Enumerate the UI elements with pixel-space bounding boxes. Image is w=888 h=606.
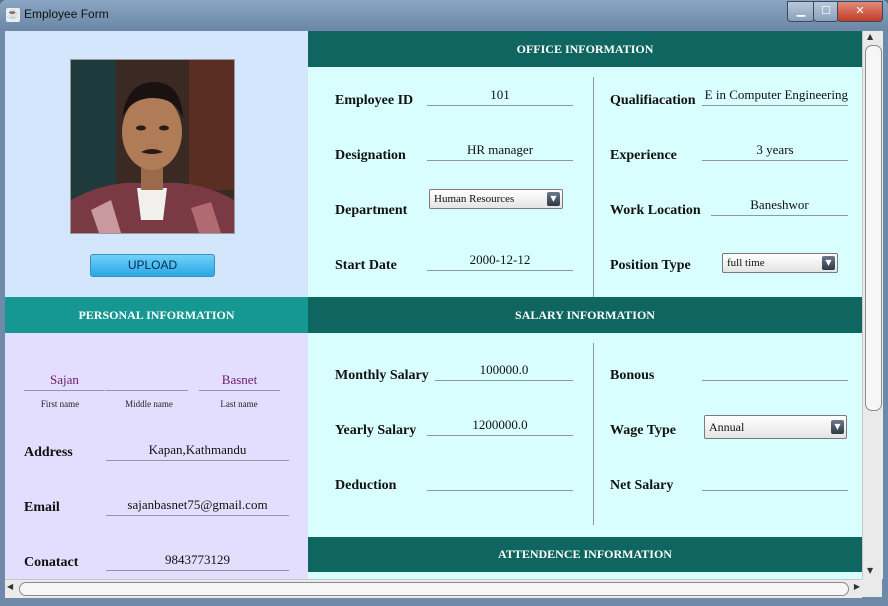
- yearly-salary-field[interactable]: 1200000.0: [427, 417, 573, 436]
- salary-divider: [593, 343, 594, 525]
- salary-header: SALARY INFORMATION: [308, 297, 862, 333]
- first-name-field[interactable]: Sajan: [24, 372, 105, 391]
- wage-type-value: Annual: [709, 420, 745, 434]
- department-value: Human Resources: [434, 193, 515, 205]
- scrollbar-corner: [862, 579, 882, 597]
- app-window: ☕ Employee Form ▁ ☐ ✕ UPLOAD OFFICE INFO…: [0, 0, 888, 606]
- position-type-value: full time: [727, 257, 765, 269]
- deduction-field[interactable]: [427, 472, 573, 491]
- wage-type-select[interactable]: Annual ▼: [704, 415, 847, 439]
- chevron-down-icon[interactable]: ▼: [547, 192, 560, 206]
- address-label: Address: [24, 445, 73, 460]
- contact-label: Conatact: [24, 555, 79, 570]
- bonus-field[interactable]: [702, 362, 848, 381]
- designation-label: Designation: [335, 148, 406, 163]
- form-body: UPLOAD OFFICE INFORMATION Employee ID 10…: [5, 31, 862, 579]
- first-name-caption: First name: [40, 399, 80, 409]
- bonus-label: Bonous: [610, 368, 655, 383]
- yearly-salary-label: Yearly Salary: [335, 423, 417, 438]
- department-select[interactable]: Human Resources ▼: [429, 189, 563, 209]
- qualification-field[interactable]: E in Computer Engineering: [702, 87, 848, 106]
- experience-label: Experience: [610, 148, 677, 163]
- monthly-salary-field[interactable]: 100000.0: [435, 362, 573, 381]
- address-field[interactable]: Kapan,Kathmandu: [106, 442, 289, 461]
- scroll-down-icon[interactable]: ▼: [867, 566, 873, 575]
- chevron-down-icon[interactable]: ▼: [831, 420, 844, 434]
- email-field[interactable]: sajanbasnet75@gmail.com: [106, 497, 289, 516]
- office-information-section: OFFICE INFORMATION Employee ID 101 Desig…: [308, 31, 862, 297]
- net-salary-label: Net Salary: [610, 478, 674, 493]
- employee-id-label: Employee ID: [335, 93, 414, 108]
- window-title: Employee Form: [24, 7, 109, 21]
- title-bar[interactable]: ☕ Employee Form ▁ ☐ ✕: [0, 0, 888, 30]
- attendance-information-section: ATTENDENCE INFORMATION: [308, 537, 862, 579]
- maximize-button[interactable]: ☐: [813, 1, 839, 22]
- portrait-image: [71, 60, 234, 233]
- minimize-button[interactable]: ▁: [787, 1, 815, 22]
- start-date-label: Start Date: [335, 258, 397, 273]
- scroll-right-icon[interactable]: ▶: [854, 582, 860, 591]
- wage-type-label: Wage Type: [610, 423, 676, 438]
- salary-information-section: SALARY INFORMATION Monthly Salary 100000…: [308, 297, 862, 537]
- email-label: Email: [24, 500, 60, 515]
- attendance-header: ATTENDENCE INFORMATION: [308, 537, 862, 572]
- net-salary-field[interactable]: [702, 472, 848, 491]
- employee-photo: [70, 59, 235, 234]
- middle-name-caption: Middle name: [125, 399, 173, 409]
- position-type-label: Position Type: [610, 258, 691, 273]
- upload-button[interactable]: UPLOAD: [90, 254, 215, 277]
- java-cup-icon: ☕: [6, 8, 20, 22]
- office-divider: [593, 77, 594, 297]
- last-name-caption: Last name: [220, 399, 258, 409]
- start-date-field[interactable]: 2000-12-12: [427, 252, 573, 271]
- office-header: OFFICE INFORMATION: [308, 31, 862, 67]
- chevron-down-icon[interactable]: ▼: [822, 256, 835, 270]
- close-button[interactable]: ✕: [837, 1, 883, 22]
- qualification-label: Qualifiacation: [610, 93, 696, 108]
- photo-panel: UPLOAD: [5, 31, 308, 297]
- personal-information-section: PERSONAL INFORMATION Sajan Basnet First …: [5, 297, 308, 579]
- scroll-left-icon[interactable]: ◀: [7, 582, 13, 591]
- middle-name-field[interactable]: [106, 372, 188, 391]
- experience-field[interactable]: 3 years: [702, 142, 848, 161]
- last-name-field[interactable]: Basnet: [199, 372, 280, 391]
- scroll-up-icon[interactable]: ▲: [867, 32, 873, 41]
- monthly-salary-label: Monthly Salary: [335, 368, 429, 383]
- horizontal-scroll-thumb[interactable]: [19, 582, 849, 596]
- position-type-select[interactable]: full time ▼: [722, 253, 838, 273]
- personal-header: PERSONAL INFORMATION: [5, 297, 308, 333]
- vertical-scroll-thumb[interactable]: [865, 45, 882, 411]
- contact-field[interactable]: 9843773129: [106, 552, 289, 571]
- deduction-label: Deduction: [335, 478, 397, 493]
- designation-field[interactable]: HR manager: [427, 142, 573, 161]
- department-label: Department: [335, 203, 408, 218]
- horizontal-scrollbar[interactable]: ◀ ▶: [5, 579, 862, 598]
- work-location-field[interactable]: Baneshwor: [711, 197, 848, 216]
- work-location-label: Work Location: [610, 203, 701, 218]
- vertical-scrollbar[interactable]: ▲ ▼: [862, 31, 883, 579]
- employee-id-field[interactable]: 101: [427, 87, 573, 106]
